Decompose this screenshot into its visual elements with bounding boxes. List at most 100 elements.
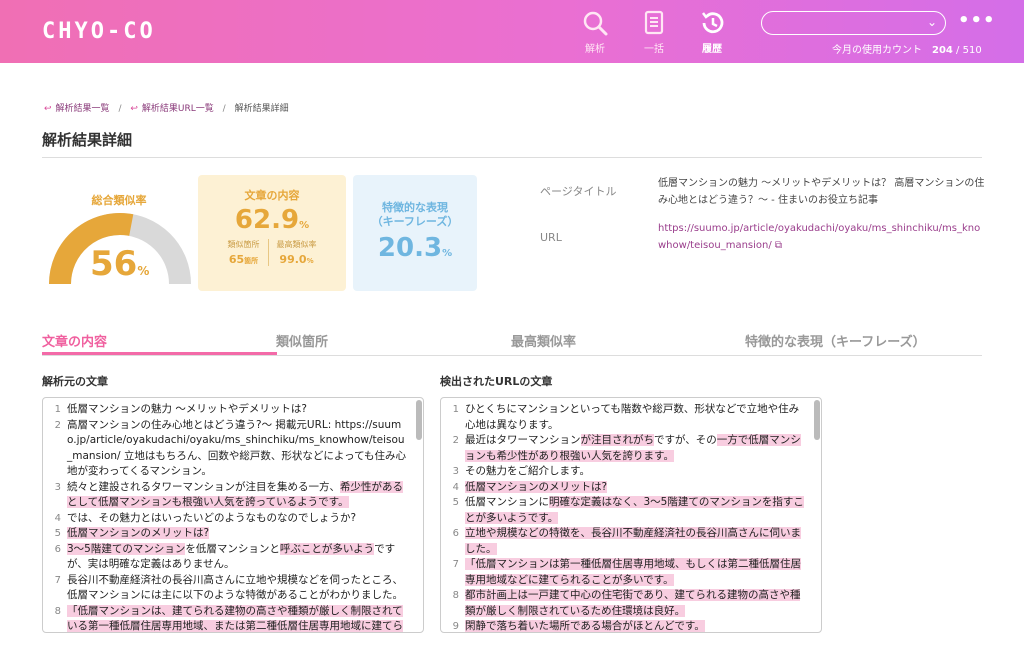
line-number: 2 [452, 435, 459, 446]
usage-count: 今月の使用カウント 204 / 510 [832, 41, 982, 56]
line-number: 3 [452, 466, 459, 477]
active-tab-indicator [42, 352, 277, 355]
source-text-lines: 1 低層マンションの魅力 〜メリットやデメリットは? 2 高層マンションの住み心地と… [43, 398, 423, 632]
breadcrumb: ↩ 解析結果一覧 / ↩ 解析結果URL一覧 / 解析結果詳細 [44, 101, 289, 114]
usage-separator: / [952, 45, 963, 56]
external-link-icon: ⧉ [774, 240, 783, 251]
keyphrase-value: 20.3 [377, 233, 443, 263]
highlighted-text: 呼ぶことが多いよう [279, 542, 375, 555]
scrollbar[interactable] [814, 400, 820, 440]
text-line: 1 低層マンションの魅力 〜メリットやデメリットは? [43, 402, 409, 418]
keyphrase-similarity-card: 特徴的な表現 （キーフレーズ） 20.3% [353, 175, 477, 291]
nav-analyze[interactable]: 解析 [573, 9, 617, 55]
tab-similar[interactable]: 類似箇所 [276, 331, 328, 350]
card-title: 文章の内容 [244, 189, 300, 202]
text-line: 2 高層マンションの住み心地とはどう違う?〜 掲載元URL: https://s… [43, 418, 409, 480]
line-number: 4 [54, 512, 61, 524]
back-arrow-icon: ↩ [130, 104, 138, 114]
line-number: 9 [452, 621, 459, 632]
tab-content[interactable]: 文章の内容 [42, 331, 107, 350]
text-line: 2 最近はタワーマンションが注目されがちですが、その一方で低層マンションも希少性が… [441, 433, 807, 464]
text-line: 8 「低層マンションは、建てられる建物の高さや種類が厳しく制限されている第一種低層… [43, 604, 409, 632]
nav-batch[interactable]: 一括 [632, 9, 676, 55]
page-title-value: 低層マンションの魅力 〜メリットやデメリットは？ 高層マンションの住み心地とはど… [658, 178, 985, 206]
max-similarity-unit: % [306, 257, 314, 265]
text-line: 3 続々と建設されるタワーマンションが注目を集める一方、希少性があるとして低層マン… [43, 480, 409, 511]
plain-text: ですが、その [654, 434, 717, 446]
similar-count-unit: 箇所 [244, 257, 259, 265]
divider [42, 157, 982, 158]
keyphrase-unit: % [442, 248, 453, 259]
usage-count-total: 510 [962, 45, 982, 56]
highlighted-text: 「低層マンションは、建てられる建物の高さや種類が厳しく制限されている第一種低層住… [67, 604, 403, 632]
max-similarity-label: 最高類似率 [276, 240, 317, 249]
text-line: 4 では、その魅力とはいったいどのようなものなのでしょうか? [43, 511, 409, 527]
highlighted-text: 「低層マンションは第一種低層住居専用地域、もしくは第二種低層住居専用地域などに建… [465, 558, 801, 586]
line-number: 7 [452, 559, 459, 570]
line-text: では、その魅力とはいったいどのようなものなのでしょうか? [67, 511, 409, 527]
text-line: 9 閑静で落ち着いた場所である場合がほとんどです。 [441, 619, 807, 632]
overall-similarity-gauge: 総合類似率 56% [46, 180, 194, 290]
plain-text: ひとくちにマンションといっても階数や総戸数、形状などで立地や住み心地は異なります… [465, 403, 800, 431]
plain-text: では、その魅力とはいったいどのようなものなのでしょうか? [67, 511, 357, 524]
plain-text: 高層マンションの住み心地とはどう違う?〜 掲載元URL: https://suu… [67, 418, 407, 478]
line-number: 4 [452, 481, 459, 493]
content-unit: % [299, 220, 310, 231]
plain-text: その魅力をご紹介します。 [465, 465, 590, 477]
text-line: 6 立地や規模などの特徴を、長谷川不動産経済社の長谷川高さんに伺いました。 [441, 526, 807, 557]
nav-history[interactable]: 履歴 [690, 9, 734, 55]
line-text: 立地や規模などの特徴を、長谷川不動産経済社の長谷川高さんに伺いました。 [465, 526, 807, 557]
line-number: 6 [452, 528, 459, 539]
line-text: 低層マンションのメリットは? [67, 526, 409, 542]
plain-text: 低層マンションの魅力 〜メリットやデメリットは? [67, 403, 307, 415]
line-number: 7 [54, 574, 61, 586]
max-similarity-value: 99.0% [277, 253, 317, 266]
keyphrase-subtitle: （キーフレーズ） [371, 215, 459, 228]
max-similarity-number: 99.0 [279, 253, 307, 266]
breadcrumb-current: 解析結果詳細 [234, 104, 289, 114]
similar-count-number: 65 [228, 253, 245, 266]
usage-count-current: 204 [932, 45, 953, 56]
similar-count-stat: 類似箇所 65箇所 [220, 239, 268, 266]
breadcrumb-url-list[interactable]: 解析結果URL一覧 [142, 104, 214, 114]
usage-value: 204 / 510 [932, 45, 982, 56]
text-line: 6 3〜5階建てのマンションを低層マンションと呼ぶことが多いようですが、実は明確な… [43, 542, 409, 573]
tab-keyphrase[interactable]: 特徴的な表現（キーフレーズ） [745, 331, 926, 350]
url-link[interactable]: https://suumo.jp/article/oyakudachi/oyak… [658, 220, 986, 254]
more-menu-icon[interactable]: ••• [958, 10, 996, 31]
highlighted-text: 都市計画上は一戸建て中心の住宅街であり、建てられる建物の高さや種類が厳しく制限さ… [465, 589, 801, 617]
text-line: 4 低層マンションのメリットは? [441, 480, 807, 496]
url-label: URL [540, 231, 562, 244]
usage-label: 今月の使用カウント [832, 45, 922, 56]
app-logo[interactable]: CHYO-CO [42, 19, 156, 44]
nav-history-label: 履歴 [702, 44, 722, 55]
line-text: 低層マンションに明確な定義はなく、3〜5階建てのマンションを指すことが多いようで… [465, 495, 807, 526]
plain-text: を低層マンションと [185, 542, 280, 555]
text-line: 5 低層マンションのメリットは? [43, 526, 409, 542]
line-text: 低層マンションのメリットは? [465, 480, 807, 496]
detail-tabs: 文章の内容 類似箇所 最高類似率 特徴的な表現（キーフレーズ） [42, 326, 982, 356]
scrollbar[interactable] [416, 400, 422, 440]
search-icon [583, 11, 608, 36]
account-select[interactable]: ⌄ [761, 11, 946, 35]
line-number: 6 [54, 543, 61, 555]
line-number: 1 [54, 404, 61, 415]
text-line: 3 その魅力をご紹介します。 [441, 464, 807, 480]
gauge-label: 総合類似率 [91, 194, 147, 207]
text-line: 1 ひとくちにマンションといっても階数や総戸数、形状などで立地や住み心地は異なりま… [441, 402, 807, 433]
breadcrumb-results-list[interactable]: 解析結果一覧 [56, 104, 110, 114]
similar-count-value: 65箇所 [228, 253, 260, 266]
content-value: 62.9 [234, 205, 300, 235]
line-text: 「低層マンションは第一種低層住居専用地域、もしくは第二種低層住居専用地域などに建… [465, 557, 807, 588]
breadcrumb-separator: / [222, 104, 226, 114]
highlighted-text: 3〜5階建てのマンション [67, 542, 186, 555]
line-number: 3 [54, 481, 61, 493]
source-text-panel[interactable]: 1 低層マンションの魅力 〜メリットやデメリットは? 2 高層マンションの住み心地と… [42, 397, 424, 633]
line-number: 5 [54, 528, 61, 539]
page-title-label: ページタイトル [540, 185, 617, 198]
tab-max-similarity[interactable]: 最高類似率 [511, 331, 576, 350]
document-icon [644, 10, 664, 35]
card-value: 20.3% [353, 233, 477, 263]
detected-text-panel[interactable]: 1 ひとくちにマンションといっても階数や総戸数、形状などで立地や住み心地は異なりま… [440, 397, 822, 633]
line-text: 閑静で落ち着いた場所である場合がほとんどです。 [465, 619, 807, 632]
